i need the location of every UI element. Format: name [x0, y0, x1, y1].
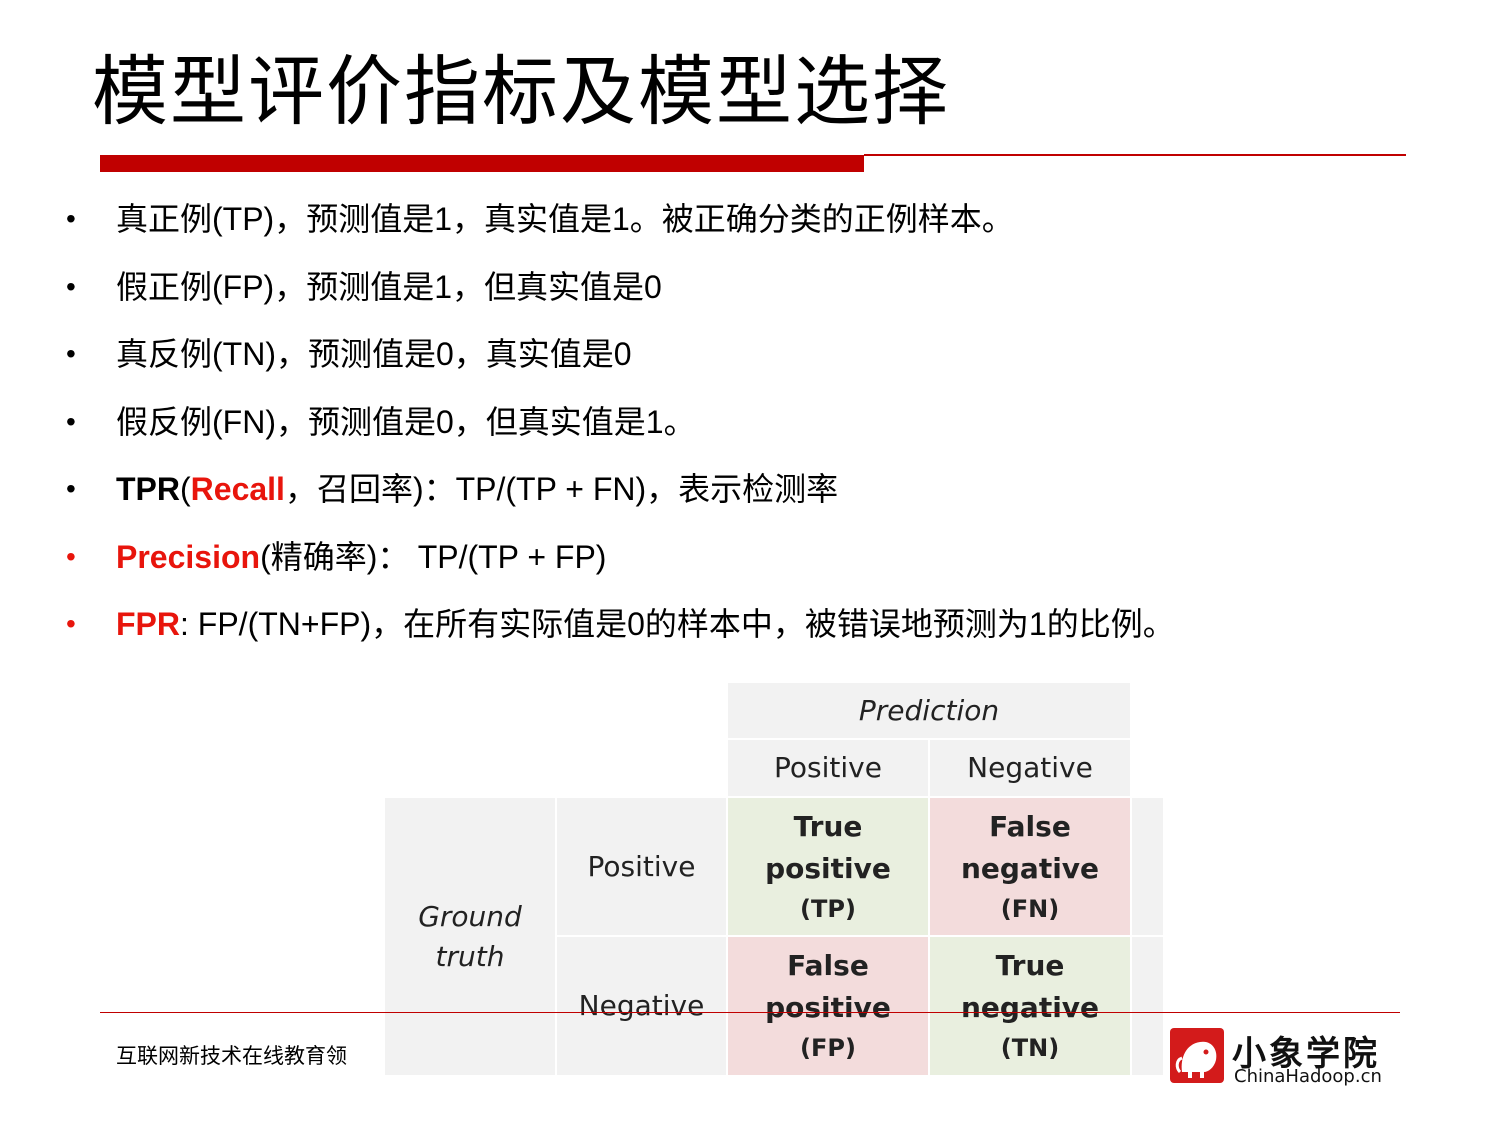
- title-underline-thin: [864, 154, 1406, 156]
- bullet-dot: •: [66, 270, 76, 302]
- bullet-item-fp: • 假正例(FP)，预测值是1，但真实值是0: [64, 258, 1175, 326]
- ground-truth-header: Ground truth: [385, 798, 555, 1075]
- title-underline-thick: [100, 155, 864, 172]
- prediction-header: Prediction: [728, 683, 1130, 738]
- fpr-term: FPR: [116, 606, 180, 642]
- bullet-item-fpr: • FPR: FP/(TN+FP)，在所有实际值是0的样本中，被错误地预测为1的比…: [64, 595, 1175, 663]
- bullet-dot: •: [66, 540, 76, 572]
- slide-title: 模型评价指标及模型选择: [92, 47, 950, 136]
- bullet-dot: •: [66, 405, 76, 437]
- bullet-item-tpr: • TPR(Recall，召回率)：TP/(TP + FN)，表示检测率: [64, 460, 1175, 528]
- footer-text: 互联网新技术在线教育领: [116, 1044, 347, 1068]
- footer-divider: [100, 1012, 1400, 1013]
- bullet-dot: •: [66, 338, 76, 369]
- cell-true-negative: True negative (TN): [930, 937, 1130, 1075]
- precision-term: Precision: [116, 538, 261, 575]
- row-header-positive: Positive: [557, 798, 726, 935]
- elephant-icon: [1170, 1028, 1224, 1083]
- brand-logo: 小象学院 ChinaHadoop.cn: [1170, 1028, 1390, 1088]
- logo-english-text: ChinaHadoop.cn: [1234, 1066, 1382, 1087]
- matrix-edge-strip: [1132, 798, 1163, 935]
- tpr-term: TPR: [116, 471, 180, 507]
- col-header-positive: Positive: [728, 740, 928, 796]
- bullet-item-precision: • Precision(精确率)： TP/(TP + FP): [64, 528, 1175, 596]
- recall-term: Recall: [190, 471, 285, 507]
- bullet-item-tn: • 真反例(TN)，预测值是0，真实值是0: [64, 325, 1175, 393]
- col-header-negative: Negative: [930, 740, 1130, 796]
- bullet-list: • 真正例(TP)，预测值是1，真实值是1。被正确分类的正例样本。 • 假正例(FP…: [64, 190, 1175, 663]
- row-header-negative: Negative: [557, 937, 726, 1075]
- bullet-item-tp: • 真正例(TP)，预测值是1，真实值是1。被正确分类的正例样本。: [64, 190, 1175, 258]
- bullet-dot: •: [66, 608, 76, 639]
- cell-true-positive: True positive (TP): [728, 798, 928, 935]
- bullet-dot: •: [66, 203, 76, 234]
- cell-false-positive: False positive (FP): [728, 937, 928, 1075]
- bullet-dot: •: [66, 473, 76, 504]
- bullet-item-fn: • 假反例(FN)，预测值是0，但真实值是1。: [64, 393, 1175, 461]
- cell-false-negative: False negative (FN): [930, 798, 1130, 935]
- confusion-matrix: Prediction Positive Negative Ground trut…: [385, 683, 1163, 1075]
- matrix-edge-strip: [1132, 937, 1163, 1075]
